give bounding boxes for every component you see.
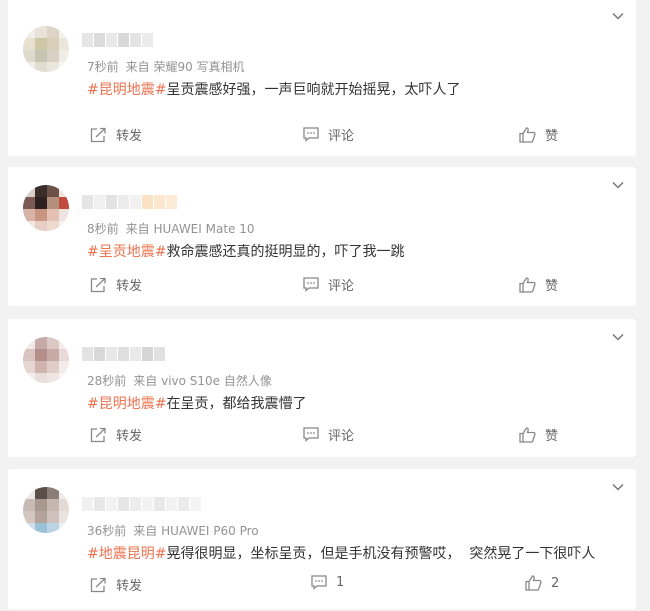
avatar[interactable] (23, 337, 69, 383)
post-card: 7秒前 来自 荣耀90 写真相机 #昆明地震#呈贡震感好强，一声巨响就开始摇晃，太… (8, 0, 636, 156)
thumbs-up-icon (525, 575, 542, 591)
post-source: 来自 HUAWEI P60 Pro (133, 524, 259, 538)
share-icon (90, 277, 106, 292)
username-blurred[interactable] (82, 194, 192, 209)
post-text: #昆明地震#在呈贡，都给我震懵了 (87, 393, 306, 413)
post-meta: 36秒前 来自 HUAWEI P60 Pro (87, 522, 259, 539)
share-label: 转发 (116, 579, 143, 594)
hashtag-link[interactable]: #呈贡地震# (87, 244, 166, 260)
comment-button[interactable]: 1 (311, 575, 344, 590)
share-icon (90, 127, 106, 142)
comment-icon (303, 127, 319, 142)
post-source: 来自 HUAWEI Mate 10 (125, 222, 255, 236)
avatar[interactable] (23, 26, 69, 72)
comment-label: 评论 (328, 279, 355, 294)
post-body: 呈贡震感好强，一声巨响就开始摇晃，太吓人了 (166, 82, 461, 98)
share-button[interactable]: 转发 (90, 125, 142, 144)
like-count: 2 (551, 575, 560, 591)
thumbs-up-icon (519, 126, 536, 143)
hashtag-link[interactable]: #地震昆明# (87, 546, 166, 562)
share-label: 转发 (116, 429, 143, 444)
share-icon (90, 427, 106, 442)
post-meta: 8秒前 来自 HUAWEI Mate 10 (87, 220, 255, 237)
share-button[interactable]: 转发 (90, 575, 142, 594)
thumbs-up-icon (519, 276, 536, 293)
post-body: 救命震感还真的挺明显的，吓了我一跳 (166, 244, 405, 260)
thumbs-up-icon (519, 426, 536, 443)
comment-icon (303, 427, 319, 442)
post-text: #地震昆明#晃得很明显，坐标呈贡，但是手机没有预警哎， 突然晃了一下很吓人 (87, 543, 595, 563)
chevron-down-icon[interactable] (611, 178, 625, 192)
username-blurred[interactable] (82, 32, 162, 47)
post-actions: 转发 评论 赞 (8, 125, 636, 147)
post-meta: 28秒前 来自 vivo S10e 自然人像 (87, 372, 272, 389)
post-text: #呈贡地震#救命震感还真的挺明显的，吓了我一跳 (87, 241, 404, 261)
post-time[interactable]: 7秒前 (87, 60, 119, 74)
comment-button[interactable]: 评论 (303, 275, 354, 294)
hashtag-link[interactable]: #昆明地震# (87, 396, 166, 412)
post-actions: 转发 评论 赞 (8, 425, 636, 447)
comment-button[interactable]: 评论 (303, 425, 354, 444)
chevron-down-icon[interactable] (611, 480, 625, 494)
comment-count: 1 (336, 575, 345, 590)
avatar[interactable] (23, 185, 69, 231)
post-card: 28秒前 来自 vivo S10e 自然人像 #昆明地震#在呈贡，都给我震懵了 转… (8, 319, 636, 457)
share-label: 转发 (116, 279, 143, 294)
avatar[interactable] (23, 487, 69, 533)
username-blurred[interactable] (82, 346, 177, 361)
post-meta: 7秒前 来自 荣耀90 写真相机 (87, 58, 245, 75)
post-source: 来自 荣耀90 写真相机 (125, 60, 245, 74)
like-label: 赞 (545, 279, 559, 294)
post-time[interactable]: 28秒前 (87, 374, 126, 388)
share-button[interactable]: 转发 (90, 425, 142, 444)
like-button[interactable]: 赞 (519, 125, 558, 144)
post-time[interactable]: 8秒前 (87, 222, 119, 236)
post-card: 8秒前 来自 HUAWEI Mate 10 #呈贡地震#救命震感还真的挺明显的，吓… (8, 167, 636, 306)
post-body: 晃得很明显，坐标呈贡，但是手机没有预警哎， 突然晃了一下很吓人 (166, 546, 596, 562)
comment-label: 评论 (328, 429, 355, 444)
post-source: 来自 vivo S10e 自然人像 (133, 374, 272, 388)
hashtag-link[interactable]: #昆明地震# (87, 82, 166, 98)
comment-icon (303, 277, 319, 292)
post-text: #昆明地震#呈贡震感好强，一声巨响就开始摇晃，太吓人了 (87, 79, 460, 99)
chevron-down-icon[interactable] (611, 330, 625, 344)
share-icon (90, 577, 106, 592)
share-button[interactable]: 转发 (90, 275, 142, 294)
chevron-down-icon[interactable] (611, 9, 625, 23)
username-blurred[interactable] (82, 496, 212, 511)
post-actions: 转发 1 2 (8, 575, 636, 597)
like-label: 赞 (545, 429, 559, 444)
post-card: 36秒前 来自 HUAWEI P60 Pro #地震昆明#晃得很明显，坐标呈贡，但… (8, 469, 636, 609)
comment-button[interactable]: 评论 (303, 125, 354, 144)
like-button[interactable]: 赞 (519, 275, 558, 294)
post-body: 在呈贡，都给我震懵了 (166, 396, 307, 412)
post-time[interactable]: 36秒前 (87, 524, 126, 538)
weibo-feed: 7秒前 来自 荣耀90 写真相机 #昆明地震#呈贡震感好强，一声巨响就开始摇晃，太… (0, 0, 650, 611)
like-button[interactable]: 赞 (519, 425, 558, 444)
comment-label: 评论 (328, 129, 355, 144)
comment-icon (311, 575, 327, 590)
post-actions: 转发 评论 赞 (8, 275, 636, 297)
like-label: 赞 (545, 129, 559, 144)
share-label: 转发 (116, 129, 143, 144)
like-button[interactable]: 2 (525, 575, 559, 591)
